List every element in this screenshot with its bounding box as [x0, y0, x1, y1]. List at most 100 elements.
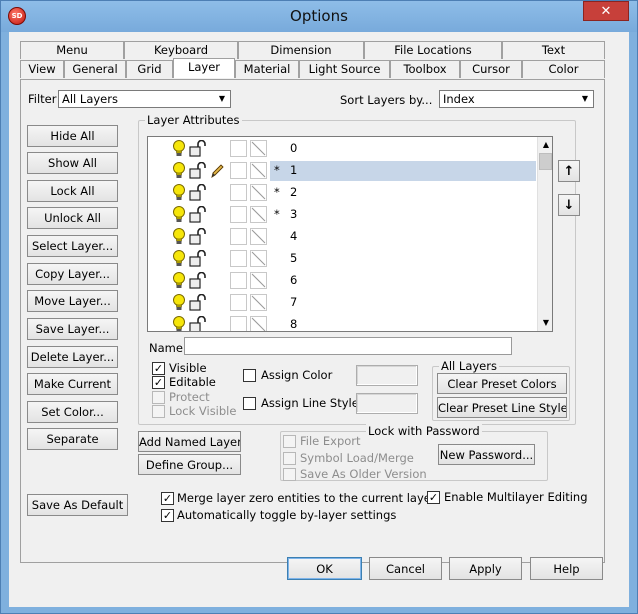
layer-row[interactable]: 5: [148, 248, 538, 270]
tab-dimension[interactable]: Dimension: [238, 41, 364, 59]
tab-general[interactable]: General: [64, 60, 126, 78]
layer-row[interactable]: * 1: [148, 160, 538, 182]
tab-file-locations[interactable]: File Locations: [364, 41, 502, 59]
define-group-button[interactable]: Define Group...: [138, 454, 241, 475]
unlocked-padlock-icon[interactable]: [188, 139, 208, 158]
scroll-down-icon[interactable]: ▼: [538, 315, 552, 331]
layer-name-cell[interactable]: * 2: [270, 183, 536, 203]
layer-row[interactable]: 6: [148, 270, 538, 292]
layer-color-swatch[interactable]: [230, 294, 247, 311]
save-as-default-button[interactable]: Save As Default: [27, 494, 128, 516]
merge-layer-zero-checkbox[interactable]: ✓: [161, 492, 174, 505]
lightbulb-icon[interactable]: [172, 184, 186, 202]
help-button[interactable]: Help: [530, 557, 603, 580]
color-swatch-button[interactable]: [356, 365, 418, 386]
auto-toggle-checkbox[interactable]: ✓: [161, 509, 174, 522]
layer-row[interactable]: * 2: [148, 182, 538, 204]
layer-line-style-swatch[interactable]: [250, 250, 267, 267]
layer-name-cell[interactable]: 0: [270, 139, 536, 159]
title-bar[interactable]: SD Options ✕: [1, 1, 637, 32]
layer-list[interactable]: 0 * 1 * 2 * 3 4 5 6 7 8 ▲ ▼: [147, 136, 553, 332]
scroll-thumb[interactable]: [539, 153, 552, 170]
tab-cursor[interactable]: Cursor: [460, 60, 522, 78]
tab-view[interactable]: View: [20, 60, 64, 78]
editable-checkbox[interactable]: ✓: [152, 376, 165, 389]
layer-row[interactable]: 7: [148, 292, 538, 314]
tab-grid[interactable]: Grid: [126, 60, 173, 78]
layer-name-cell[interactable]: 7: [270, 293, 536, 313]
layer-color-swatch[interactable]: [230, 316, 247, 331]
lightbulb-icon[interactable]: [172, 250, 186, 268]
layer-color-swatch[interactable]: [230, 184, 247, 201]
select-layer-button[interactable]: Select Layer...: [27, 235, 118, 257]
unlocked-padlock-icon[interactable]: [188, 205, 208, 224]
lightbulb-icon[interactable]: [172, 272, 186, 290]
unlocked-padlock-icon[interactable]: [188, 315, 208, 331]
layer-row[interactable]: 8: [148, 314, 538, 331]
layer-row[interactable]: 0: [148, 138, 538, 160]
unlocked-padlock-icon[interactable]: [188, 227, 208, 246]
tab-color[interactable]: Color: [522, 60, 605, 78]
tab-text[interactable]: Text: [502, 41, 605, 59]
layer-name-cell[interactable]: 4: [270, 227, 536, 247]
layer-line-style-swatch[interactable]: [250, 294, 267, 311]
clear-preset-line-styles-button[interactable]: Clear Preset Line Styles: [437, 397, 567, 418]
unlocked-padlock-icon[interactable]: [188, 271, 208, 290]
new-password-button[interactable]: New Password...: [438, 444, 535, 465]
assign-color-checkbox[interactable]: [243, 369, 256, 382]
close-button[interactable]: ✕: [583, 1, 629, 21]
hide-all-button[interactable]: Hide All: [27, 125, 118, 147]
layer-list-scrollbar[interactable]: ▲ ▼: [537, 137, 552, 331]
layer-name-cell[interactable]: 5: [270, 249, 536, 269]
set-color-button[interactable]: Set Color...: [27, 401, 118, 423]
separate-button[interactable]: Separate: [27, 428, 118, 450]
lightbulb-icon[interactable]: [172, 228, 186, 246]
tab-light-source[interactable]: Light Source: [299, 60, 390, 78]
lightbulb-icon[interactable]: [172, 294, 186, 312]
layer-name-input[interactable]: [184, 337, 512, 355]
copy-layer-button[interactable]: Copy Layer...: [27, 263, 118, 285]
layer-line-style-swatch[interactable]: [250, 272, 267, 289]
tab-layer[interactable]: Layer: [173, 58, 235, 78]
layer-line-style-swatch[interactable]: [250, 206, 267, 223]
clear-preset-colors-button[interactable]: Clear Preset Colors: [437, 373, 567, 394]
visible-checkbox[interactable]: ✓: [152, 362, 165, 375]
layer-color-swatch[interactable]: [230, 272, 247, 289]
tab-toolbox[interactable]: Toolbox: [390, 60, 460, 78]
unlocked-padlock-icon[interactable]: [188, 249, 208, 268]
unlocked-padlock-icon[interactable]: [188, 161, 208, 180]
layer-line-style-swatch[interactable]: [250, 184, 267, 201]
move-layer-down-button[interactable]: ↓: [558, 194, 580, 216]
delete-layer-button[interactable]: Delete Layer...: [27, 346, 118, 368]
layer-line-style-swatch[interactable]: [250, 140, 267, 157]
move-layer-button[interactable]: Move Layer...: [27, 290, 118, 312]
tab-keyboard[interactable]: Keyboard: [124, 41, 238, 59]
layer-color-swatch[interactable]: [230, 162, 247, 179]
layer-name-cell[interactable]: * 1: [270, 161, 536, 181]
line-style-swatch-button[interactable]: [356, 393, 418, 414]
filter-select[interactable]: All Layers ▼: [58, 90, 231, 108]
layer-line-style-swatch[interactable]: [250, 228, 267, 245]
add-named-layer-button[interactable]: Add Named Layer...: [138, 431, 241, 452]
save-layer-button[interactable]: Save Layer...: [27, 318, 118, 340]
unlocked-padlock-icon[interactable]: [188, 183, 208, 202]
sort-select[interactable]: Index ▼: [439, 90, 594, 108]
cancel-button[interactable]: Cancel: [369, 557, 442, 580]
assign-line-style-checkbox[interactable]: [243, 397, 256, 410]
layer-color-swatch[interactable]: [230, 140, 247, 157]
ok-button[interactable]: OK: [287, 557, 362, 580]
multilayer-editing-checkbox[interactable]: ✓: [427, 491, 440, 504]
scroll-up-icon[interactable]: ▲: [538, 137, 552, 153]
layer-name-cell[interactable]: 6: [270, 271, 536, 291]
layer-color-swatch[interactable]: [230, 206, 247, 223]
lightbulb-icon[interactable]: [172, 316, 186, 331]
apply-button[interactable]: Apply: [449, 557, 522, 580]
layer-row[interactable]: 4: [148, 226, 538, 248]
layer-line-style-swatch[interactable]: [250, 316, 267, 331]
make-current-button[interactable]: Make Current: [27, 373, 118, 395]
lightbulb-icon[interactable]: [172, 140, 186, 158]
layer-color-swatch[interactable]: [230, 250, 247, 267]
layer-color-swatch[interactable]: [230, 228, 247, 245]
lock-all-button[interactable]: Lock All: [27, 180, 118, 202]
tab-material[interactable]: Material: [235, 60, 299, 78]
